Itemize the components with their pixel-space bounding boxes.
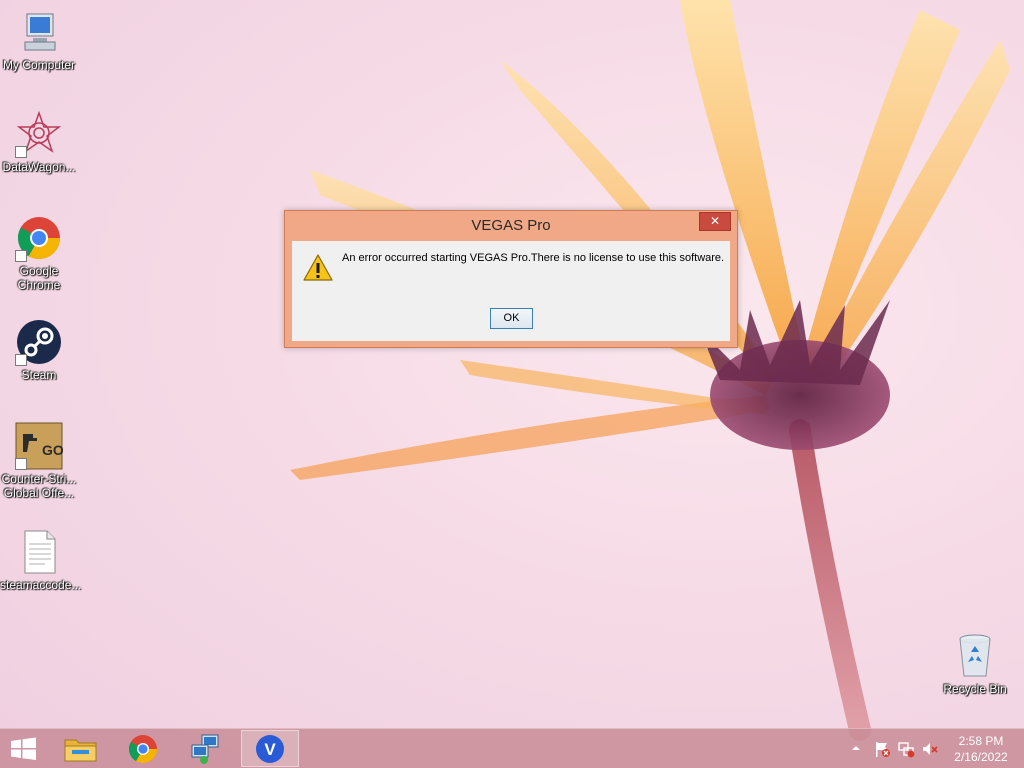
folder-icon [64, 739, 97, 762]
vegas-pro-icon: V [256, 735, 284, 763]
desktop-icon-label: DataWagon... [2, 160, 76, 174]
desktop-icon-steamaccode[interactable]: steamaccode... [0, 528, 82, 592]
desktop-icon-datawagon[interactable]: DataWagon... [0, 110, 78, 174]
desktop-icon-label: Counter-Stri... Global Offe... [1, 472, 77, 500]
desktop-icon-label: Recycle Bin [943, 682, 1007, 696]
desktop-icon-label: Google Chrome [17, 264, 61, 292]
start-button[interactable] [0, 730, 48, 767]
clock-time: 2:58 PM [958, 734, 1004, 748]
desktop-icon-label: steamaccode... [0, 578, 82, 592]
shortcut-arrow-icon [15, 458, 27, 470]
action-center-flag-icon[interactable] [873, 740, 891, 758]
desktop: My Computer DataWagon... Google Chrome S… [0, 0, 1024, 768]
desktop-icon-label: Steam [21, 368, 57, 382]
dialog-title[interactable]: VEGAS Pro [285, 211, 737, 241]
close-icon: ✕ [709, 214, 721, 228]
shortcut-arrow-icon [15, 354, 27, 366]
shortcut-arrow-icon [15, 250, 27, 262]
desktop-icon-google-chrome[interactable]: Google Chrome [0, 214, 78, 292]
csgo-badge-text: GO [42, 442, 63, 458]
taskbar-network[interactable] [178, 730, 236, 767]
dialog-close-button[interactable]: ✕ [699, 212, 731, 231]
taskbar-file-explorer[interactable] [52, 730, 110, 767]
shortcut-arrow-icon [15, 146, 27, 158]
desktop-icon-steam[interactable]: Steam [0, 318, 78, 382]
windows-logo-icon [11, 737, 36, 760]
dialog-body: An error occurred starting VEGAS Pro.The… [292, 241, 730, 341]
volume-muted-icon[interactable] [921, 740, 939, 758]
show-hidden-icons-chevron[interactable] [850, 742, 862, 754]
desktop-icon-label: My Computer [2, 58, 76, 72]
warning-icon [303, 254, 333, 281]
taskbar-vegas-pro[interactable]: V [241, 730, 299, 767]
clock-date: 2/16/2022 [954, 750, 1008, 764]
dialog-message: An error occurred starting VEGAS Pro.The… [342, 252, 725, 264]
text-file-icon [24, 530, 56, 574]
recycle-bin-icon [959, 634, 991, 677]
computer-icon [24, 13, 56, 51]
taskbar: V 2:58 PM 2/16/2022 [0, 728, 1024, 768]
error-dialog: VEGAS Pro ✕ An error occurred starting V… [284, 210, 738, 348]
chrome-icon [129, 735, 157, 763]
desktop-icon-recycle-bin[interactable]: Recycle Bin [936, 632, 1014, 696]
ok-button[interactable]: OK [490, 308, 533, 329]
network-icon[interactable] [897, 740, 915, 758]
desktop-icon-csgo[interactable]: GO Counter-Stri... Global Offe... [0, 422, 78, 500]
taskbar-google-chrome[interactable] [114, 730, 172, 767]
wallpaper-flower [290, 0, 1010, 741]
desktop-icon-my-computer[interactable]: My Computer [0, 8, 78, 72]
network-connection-icon [191, 734, 219, 764]
vegas-pro-glyph: V [264, 740, 276, 759]
system-clock[interactable]: 2:58 PM 2/16/2022 [945, 733, 1017, 765]
